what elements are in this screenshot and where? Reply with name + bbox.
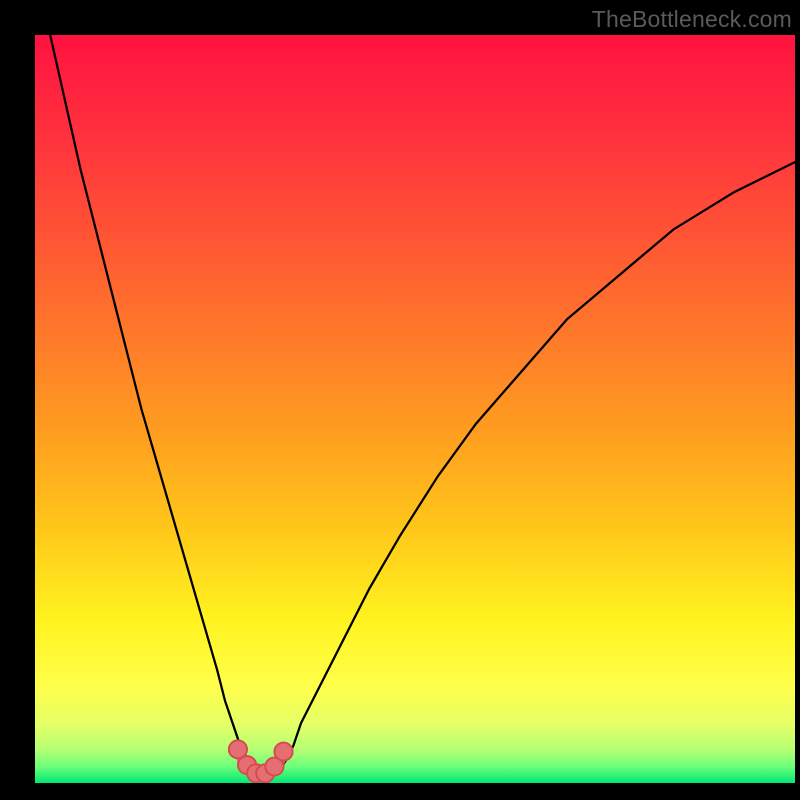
curve-left-branch bbox=[50, 35, 248, 772]
curve-right-branch bbox=[278, 162, 795, 772]
chart-svg bbox=[35, 35, 795, 783]
plot-area bbox=[35, 35, 795, 783]
bottleneck-marker bbox=[274, 743, 292, 761]
watermark-text: TheBottleneck.com bbox=[592, 6, 792, 33]
figure-frame: TheBottleneck.com bbox=[0, 0, 800, 800]
bottleneck-marker-group bbox=[229, 740, 293, 782]
